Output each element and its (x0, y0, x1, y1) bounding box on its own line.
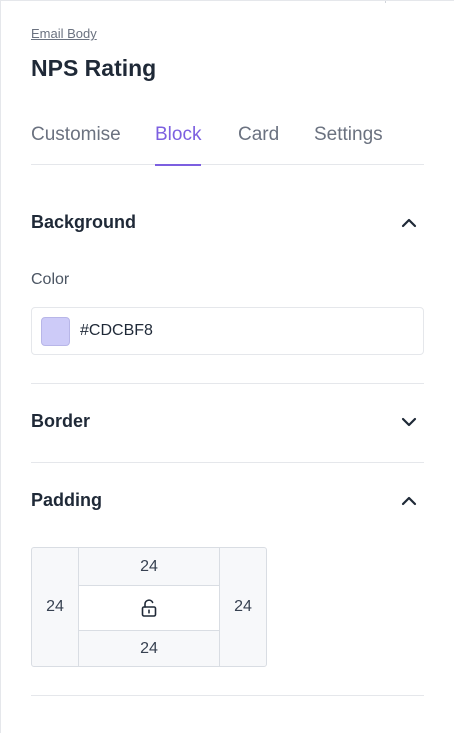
breadcrumb-email-body[interactable]: Email Body (31, 26, 97, 41)
chevron-down-icon (401, 417, 417, 427)
chevron-up-icon (401, 496, 417, 506)
section-divider (31, 462, 424, 463)
page-title: NPS Rating (31, 55, 157, 81)
padding-bottom-input[interactable]: 24 (79, 630, 219, 666)
unlock-icon (141, 599, 157, 617)
tab-customise[interactable]: Customise (31, 124, 121, 165)
background-section-header[interactable]: Background (31, 208, 424, 238)
background-color-field[interactable]: #CDCBF8 (31, 307, 424, 355)
background-section-title: Background (31, 212, 137, 232)
padding-section-title: Padding (31, 490, 102, 510)
border-section-title: Border (31, 411, 91, 431)
section-divider (31, 383, 424, 384)
padding-right-input[interactable]: 24 (219, 548, 266, 666)
tab-card[interactable]: Card (238, 124, 279, 165)
tab-settings[interactable]: Settings (314, 124, 383, 165)
block-settings-panel: Email Body NPS Rating Customise Block Ca… (0, 0, 454, 733)
border-section-header[interactable]: Border (31, 407, 424, 437)
tab-bar: Customise Block Card Settings (31, 124, 424, 166)
padding-top-input[interactable]: 24 (79, 548, 219, 586)
color-label: Color (31, 271, 70, 288)
section-divider (31, 695, 424, 696)
panel-corner-mark (385, 1, 386, 3)
color-value[interactable]: #CDCBF8 (80, 322, 153, 340)
color-swatch[interactable] (41, 317, 70, 346)
chevron-up-icon (401, 218, 417, 228)
padding-lock-toggle[interactable] (79, 586, 219, 630)
padding-section-header[interactable]: Padding (31, 486, 424, 516)
padding-editor: 24 24 24 24 (31, 547, 267, 667)
padding-left-input[interactable]: 24 (32, 548, 79, 666)
tab-block[interactable]: Block (155, 124, 202, 166)
